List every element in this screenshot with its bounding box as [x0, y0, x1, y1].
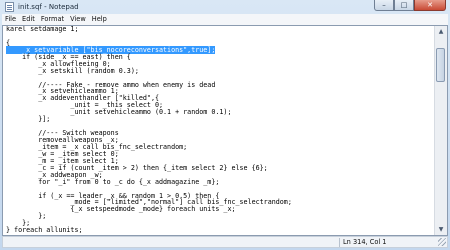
menu-view[interactable]: View: [67, 14, 89, 25]
code-line: };: [6, 212, 47, 221]
menu-edit[interactable]: Edit: [19, 14, 38, 25]
code-line: _unit setvehicleammo (0.1 + random 0.1);: [6, 108, 232, 117]
code-line: } foreach allunits;: [6, 226, 83, 235]
status-bar: Ln 314, Col 1: [2, 236, 448, 248]
code-text[interactable]: karel setdamage 1; { _x setvariable ["bi…: [6, 26, 434, 234]
vertical-scrollbar[interactable]: ▲ ▼: [434, 26, 447, 235]
code-line: {_x setspeedmode _mode} foreach units _x…: [6, 205, 236, 214]
scroll-down-icon[interactable]: ▼: [435, 224, 447, 235]
scroll-up-icon[interactable]: ▲: [435, 26, 447, 37]
minimize-button[interactable]: –: [374, 0, 394, 11]
menu-file[interactable]: File: [2, 14, 19, 25]
menu-format[interactable]: Format: [38, 14, 67, 25]
text-editor[interactable]: karel setdamage 1; { _x setvariable ["bi…: [2, 25, 448, 236]
code-line: for "_i" from 0 to _c do {_x addmagazine…: [6, 177, 220, 186]
window-title: init.sqf - Notepad: [18, 3, 79, 11]
scroll-thumb[interactable]: [436, 48, 445, 82]
cursor-position: Ln 314, Col 1: [343, 238, 387, 246]
status-divider: [339, 238, 340, 247]
menu-bar: File Edit Format View Help: [2, 14, 448, 25]
close-button[interactable]: ✕: [414, 0, 446, 11]
menu-help[interactable]: Help: [89, 14, 110, 25]
window-controls: – □ ✕: [374, 0, 446, 12]
maximize-button[interactable]: □: [394, 0, 414, 11]
code-line: karel setdamage 1;: [6, 25, 79, 33]
notepad-icon: [5, 2, 14, 12]
resize-grip-icon[interactable]: [438, 238, 446, 246]
code-line: _x setskill (random 0.3);: [6, 66, 139, 75]
notepad-window: init.sqf - Notepad – □ ✕ File Edit Forma…: [0, 0, 450, 250]
title-bar[interactable]: init.sqf - Notepad – □ ✕: [0, 0, 450, 14]
code-line: }];: [6, 115, 51, 124]
